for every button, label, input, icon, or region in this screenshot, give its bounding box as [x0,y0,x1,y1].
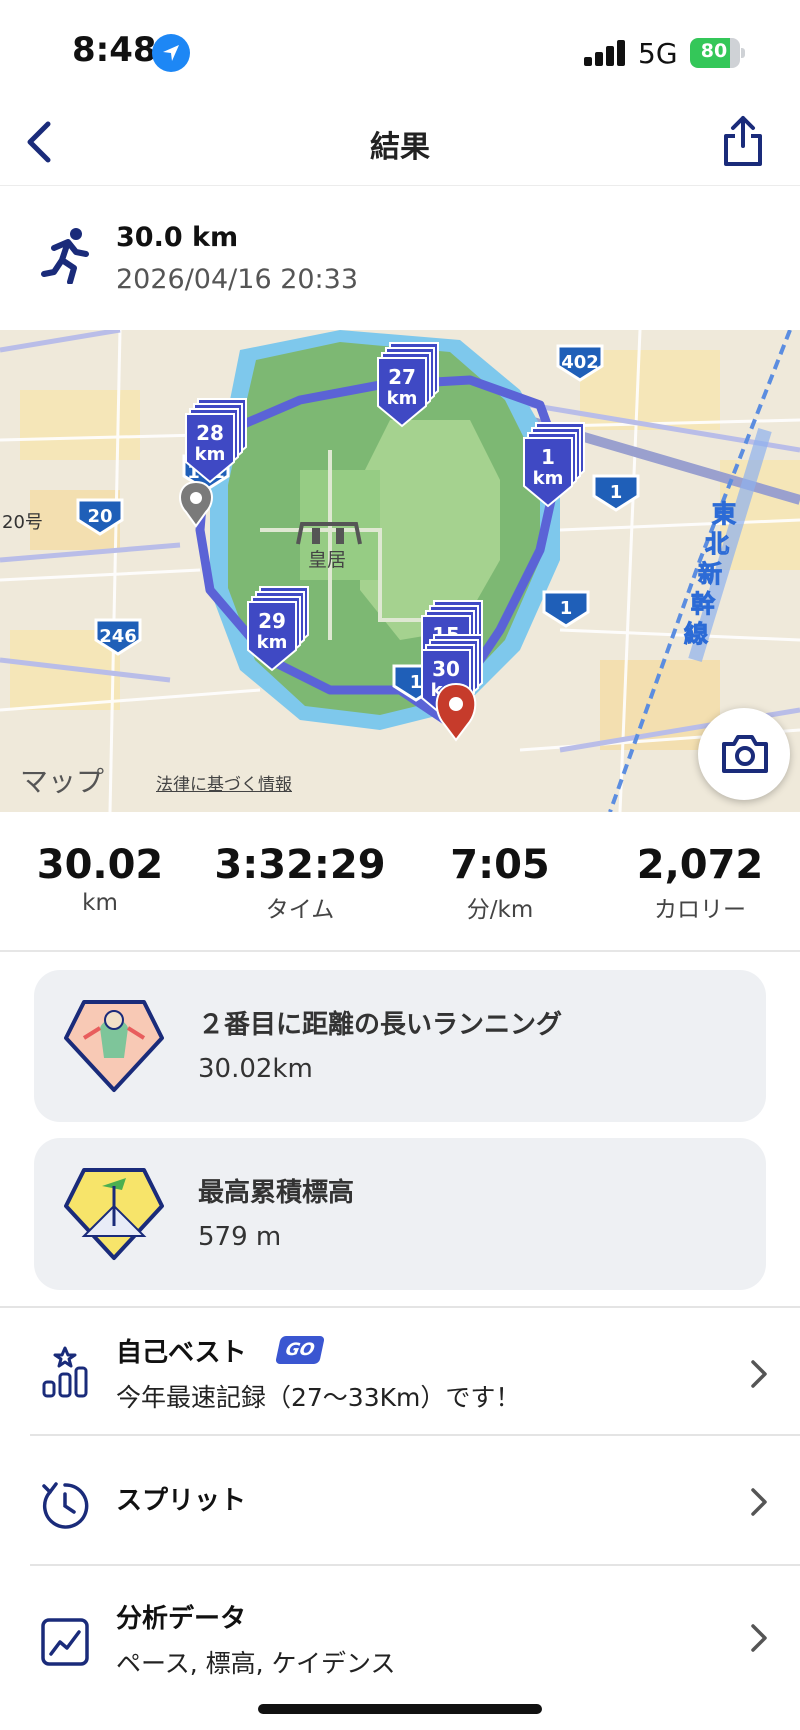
status-time: 8:48 [72,30,157,70]
map-road-label: 20号 [2,512,43,533]
map-attribution: マップ [20,765,105,798]
splits-title: スプリット [116,1486,247,1516]
camera-icon [722,735,768,773]
svg-text:km: km [257,632,288,653]
rail-label-char: 線 [684,620,708,648]
rail-label-char: 北 [705,530,729,558]
line-chart-icon [41,1618,89,1666]
svg-text:1: 1 [410,672,423,693]
svg-text:30: 30 [432,657,460,681]
status-bar: 8:48 5G 80 [0,0,800,100]
stat-distance: 30.02 km [36,842,164,916]
stopwatch-history-icon [42,1482,89,1529]
map-canvas: 皇居 20号 東北新幹線 40220112461101 28km27km1km2… [0,330,800,812]
analysis-row[interactable]: 分析データ ペース, 標高, ケイデンス [0,1566,800,1696]
personal-best-subtitle: 今年最速記録（27～33Km）です！ [116,1383,521,1412]
network-type: 5G [638,37,678,70]
svg-text:27: 27 [388,365,416,389]
svg-text:29: 29 [258,609,286,633]
battery-icon: 80 [690,38,746,68]
camera-button[interactable] [698,708,790,800]
achievement-title: ２番目に距離の長いランニング [198,1010,563,1040]
section-divider [0,1306,800,1308]
route-map[interactable]: 皇居 20号 東北新幹線 40220112461101 28km27km1km2… [0,330,800,812]
svg-text:246: 246 [99,626,137,647]
analysis-subtitle: ペース, 標高, ケイデンス [116,1649,396,1678]
achievement-value: 30.02km [198,1054,313,1084]
svg-text:28: 28 [196,421,224,445]
cellular-signal-icon [584,40,628,66]
svg-text:1: 1 [610,482,623,503]
home-indicator[interactable] [258,1704,542,1714]
achievement-title: 最高累積標高 [198,1178,355,1208]
share-icon [724,116,762,166]
rail-label-char: 東 [712,500,736,528]
personal-best-row[interactable]: 自己ベスト GO 今年最速記録（27～33Km）です！ [0,1310,800,1440]
running-icon [41,228,89,284]
svg-text:402: 402 [561,352,599,373]
stats-summary: 30.02 km 3:32:29 タイム 7:05 分/km 2,072 カロリー [0,812,800,952]
chevron-right-icon [751,1488,767,1516]
map-place-label: 皇居 [308,549,346,571]
share-button[interactable] [718,112,768,172]
rail-label-char: 幹 [691,590,716,618]
go-badge: GO [275,1336,325,1364]
stat-time: 3:32:29 タイム [214,842,386,923]
achievement-card[interactable]: ２番目に距離の長いランニング 30.02km [34,970,766,1122]
svg-text:km: km [387,388,418,409]
achievement-card[interactable]: 最高累積標高 579 m [34,1138,766,1290]
distance-badge-icon [64,1000,164,1092]
splits-row[interactable]: スプリット [0,1436,800,1566]
analysis-title: 分析データ [116,1604,247,1634]
trophy-bars-icon [42,1346,88,1398]
svg-text:1: 1 [541,445,555,469]
activity-distance: 30.0 km [116,222,239,253]
battery-percent: 80 [700,40,728,62]
stat-calories: 2,072 カロリー [636,842,764,923]
elevation-badge-icon [64,1168,164,1260]
personal-best-title: 自己ベスト [116,1338,247,1368]
svg-text:km: km [533,468,564,489]
achievement-value: 579 m [198,1222,282,1252]
stat-pace: 7:05 分/km [450,842,550,923]
location-arrow-icon [152,34,190,72]
chevron-right-icon [751,1360,767,1388]
page-title: 結果 [370,130,430,165]
chevron-right-icon [751,1624,767,1652]
rail-label-char: 新 [698,560,722,588]
activity-header: 30.0 km 2026/04/16 20:33 [0,186,800,330]
svg-text:km: km [195,444,226,465]
svg-text:20: 20 [87,506,112,527]
legal-info-link[interactable]: 法律に基づく情報 [156,770,292,795]
svg-text:1: 1 [560,598,573,619]
navigation-bar: 結果 [0,100,800,186]
activity-datetime: 2026/04/16 20:33 [116,264,359,295]
